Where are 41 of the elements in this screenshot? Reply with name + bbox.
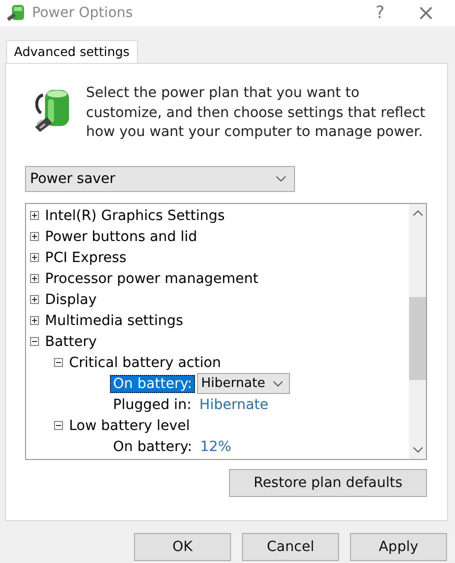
dialog-button[interactable]: OK [134,533,231,561]
tree-item[interactable]: Processor power management [45,270,258,286]
setting-value-link[interactable]: Hibernate [199,396,268,412]
tree-item[interactable]: Low battery level [69,418,190,434]
setting-label[interactable]: On battery: [110,374,196,392]
tree-item[interactable]: Critical battery action [69,354,222,370]
tree-item[interactable]: Power buttons and lid [45,228,198,244]
scroll-up-icon[interactable] [412,210,422,216]
help-button[interactable]: ? [357,0,403,26]
power-plug-icon [6,4,26,22]
expand-icon[interactable] [30,253,39,262]
setting-value-link[interactable]: 12% [200,438,232,454]
expand-icon[interactable] [30,274,39,283]
instructions-text: Select the power plan that you want to customize, and then choose settings that reflect how you want your computer to manage power. [86,84,426,142]
restore-defaults-button[interactable]: Restore plan defaults [229,469,427,497]
tree-item[interactable]: Multimedia settings [45,312,184,328]
tree-item[interactable]: PCI Express [45,250,126,266]
scrollbar[interactable] [409,204,426,459]
scroll-down-icon[interactable] [412,447,422,453]
dialog-button[interactable]: Cancel [242,533,339,561]
tree-item[interactable]: Display [45,292,97,308]
tree-item[interactable]: Battery [45,334,97,350]
setting-label[interactable]: Plugged in: [110,396,194,414]
setting-dropdown[interactable]: Hibernate [197,373,290,394]
collapse-icon[interactable] [30,337,39,346]
chevron-down-icon [276,176,286,182]
expand-icon[interactable] [30,211,39,220]
expand-icon[interactable] [30,232,39,241]
chevron-down-icon [273,380,284,386]
power-plan-dropdown[interactable]: Power saver [25,166,295,192]
close-button[interactable]: × [403,0,449,26]
scrollbar-thumb[interactable] [409,297,426,380]
dialog-button[interactable]: Apply [350,533,447,561]
tree-item[interactable]: Intel(R) Graphics Settings [45,208,225,224]
tab[interactable]: Advanced settings [6,40,138,63]
collapse-icon[interactable] [54,358,63,367]
collapse-icon[interactable] [54,421,63,430]
window-title: Power Options [32,5,133,21]
expand-icon[interactable] [30,316,39,325]
setting-label[interactable]: On battery: [110,438,196,456]
expand-icon[interactable] [30,295,39,304]
